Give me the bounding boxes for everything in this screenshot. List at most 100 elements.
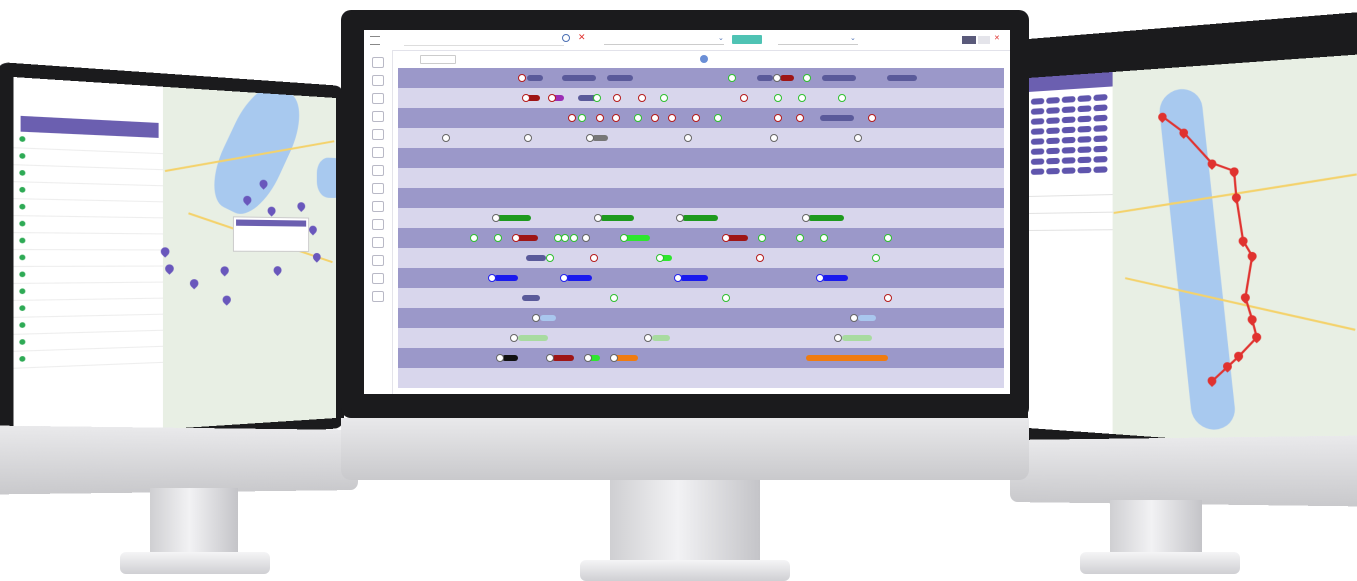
vehicle-chip[interactable] xyxy=(1093,145,1108,153)
stop-marker-icon[interactable] xyxy=(560,274,568,282)
task-bar[interactable] xyxy=(527,75,543,81)
task-bar[interactable] xyxy=(820,115,854,121)
map-pin-icon[interactable] xyxy=(307,224,319,236)
vehicle-chip[interactable] xyxy=(1093,104,1108,112)
zoom-dropdown[interactable] xyxy=(420,55,456,64)
stop-marker-icon[interactable] xyxy=(770,134,778,142)
task-bar[interactable] xyxy=(822,275,848,281)
vehicle-chip[interactable] xyxy=(1030,158,1045,165)
vehicle-chip[interactable] xyxy=(1077,115,1092,123)
driver-row[interactable] xyxy=(398,228,1004,248)
task-bar[interactable] xyxy=(562,75,596,81)
stop-marker-icon[interactable] xyxy=(570,234,578,242)
stop-marker-icon[interactable] xyxy=(620,234,628,242)
driver-row[interactable] xyxy=(398,348,1004,368)
vehicle-chip[interactable] xyxy=(1093,155,1108,163)
driver-row[interactable] xyxy=(398,128,1004,148)
date-dropdown[interactable] xyxy=(604,36,724,45)
stop-marker-icon[interactable] xyxy=(850,314,858,322)
stop-marker-icon[interactable] xyxy=(488,274,496,282)
vehicle-chip[interactable] xyxy=(1077,95,1092,103)
stop-list-item[interactable] xyxy=(13,266,163,285)
stop-marker-icon[interactable] xyxy=(613,94,621,102)
vehicle-chip[interactable] xyxy=(1030,118,1045,125)
stop-marker-icon[interactable] xyxy=(593,94,601,102)
sidebar-nav-icon[interactable] xyxy=(372,129,384,140)
stop-marker-icon[interactable] xyxy=(722,294,730,302)
task-bar[interactable] xyxy=(858,315,876,321)
vehicle-chip[interactable] xyxy=(1030,97,1045,105)
stop-marker-icon[interactable] xyxy=(684,134,692,142)
sidebar-nav-icon[interactable] xyxy=(372,255,384,266)
stop-marker-icon[interactable] xyxy=(584,354,592,362)
vehicle-chip[interactable] xyxy=(1077,156,1092,164)
stop-marker-icon[interactable] xyxy=(674,274,682,282)
stop-marker-icon[interactable] xyxy=(568,114,576,122)
stop-marker-icon[interactable] xyxy=(594,214,602,222)
menu-icon[interactable] xyxy=(370,36,380,45)
vehicle-chip[interactable] xyxy=(1061,126,1076,134)
task-bar[interactable] xyxy=(522,295,540,301)
sidebar-nav-icon[interactable] xyxy=(372,111,384,122)
vehicle-chip[interactable] xyxy=(1030,108,1045,115)
vehicle-chip[interactable] xyxy=(1061,116,1076,124)
panel-row[interactable] xyxy=(1028,177,1113,197)
stop-marker-icon[interactable] xyxy=(816,274,824,282)
vehicle-chip[interactable] xyxy=(1061,146,1076,154)
task-bar[interactable] xyxy=(806,355,888,361)
task-bar[interactable] xyxy=(842,335,872,341)
stop-marker-icon[interactable] xyxy=(496,354,504,362)
task-bar[interactable] xyxy=(780,75,794,81)
stop-marker-icon[interactable] xyxy=(596,114,604,122)
stop-marker-icon[interactable] xyxy=(492,214,500,222)
stop-marker-icon[interactable] xyxy=(660,94,668,102)
vehicle-chip[interactable] xyxy=(1077,125,1092,133)
vehicle-chip[interactable] xyxy=(1061,136,1076,144)
stop-marker-icon[interactable] xyxy=(773,74,781,82)
task-bar[interactable] xyxy=(680,275,708,281)
vehicle-chip[interactable] xyxy=(1093,114,1108,122)
stop-marker-icon[interactable] xyxy=(548,94,556,102)
task-bar[interactable] xyxy=(540,315,556,321)
vehicle-chip[interactable] xyxy=(1061,96,1076,103)
stop-marker-icon[interactable] xyxy=(578,114,586,122)
stop-marker-icon[interactable] xyxy=(854,134,862,142)
stop-info-popup[interactable] xyxy=(232,216,310,252)
stop-marker-icon[interactable] xyxy=(798,94,806,102)
stop-marker-icon[interactable] xyxy=(722,234,730,242)
task-bar[interactable] xyxy=(502,355,518,361)
stop-marker-icon[interactable] xyxy=(740,94,748,102)
vehicle-chip[interactable] xyxy=(1046,107,1060,114)
vehicle-chip[interactable] xyxy=(1030,128,1045,135)
stop-marker-icon[interactable] xyxy=(728,74,736,82)
task-bar[interactable] xyxy=(808,215,844,221)
sidebar-nav-icon[interactable] xyxy=(372,57,384,68)
search-icon[interactable] xyxy=(562,34,570,42)
task-bar[interactable] xyxy=(887,75,917,81)
task-bar[interactable] xyxy=(494,275,518,281)
stop-marker-icon[interactable] xyxy=(510,334,518,342)
vehicle-chip[interactable] xyxy=(1093,135,1108,143)
panel-row[interactable] xyxy=(1028,195,1113,214)
stop-marker-icon[interactable] xyxy=(610,294,618,302)
stop-marker-icon[interactable] xyxy=(872,254,880,262)
vehicle-chip[interactable] xyxy=(1093,94,1108,102)
stop-marker-icon[interactable] xyxy=(820,234,828,242)
stop-marker-icon[interactable] xyxy=(838,94,846,102)
driver-row[interactable] xyxy=(398,68,1004,88)
stop-marker-icon[interactable] xyxy=(586,134,594,142)
panel-row[interactable] xyxy=(1028,212,1113,231)
stop-marker-icon[interactable] xyxy=(518,74,526,82)
stop-marker-icon[interactable] xyxy=(834,334,842,342)
sidebar-nav-icon[interactable] xyxy=(372,165,384,176)
map-pin-icon[interactable] xyxy=(295,200,307,213)
stop-list-item[interactable] xyxy=(13,250,163,268)
vehicle-chip[interactable] xyxy=(1046,127,1060,135)
stop-marker-icon[interactable] xyxy=(546,354,554,362)
stop-marker-icon[interactable] xyxy=(714,114,722,122)
map-pin-icon[interactable] xyxy=(218,264,231,277)
stop-marker-icon[interactable] xyxy=(644,334,652,342)
vehicle-chip[interactable] xyxy=(1077,166,1092,174)
driver-row[interactable] xyxy=(398,268,1004,288)
driver-row[interactable] xyxy=(398,288,1004,308)
